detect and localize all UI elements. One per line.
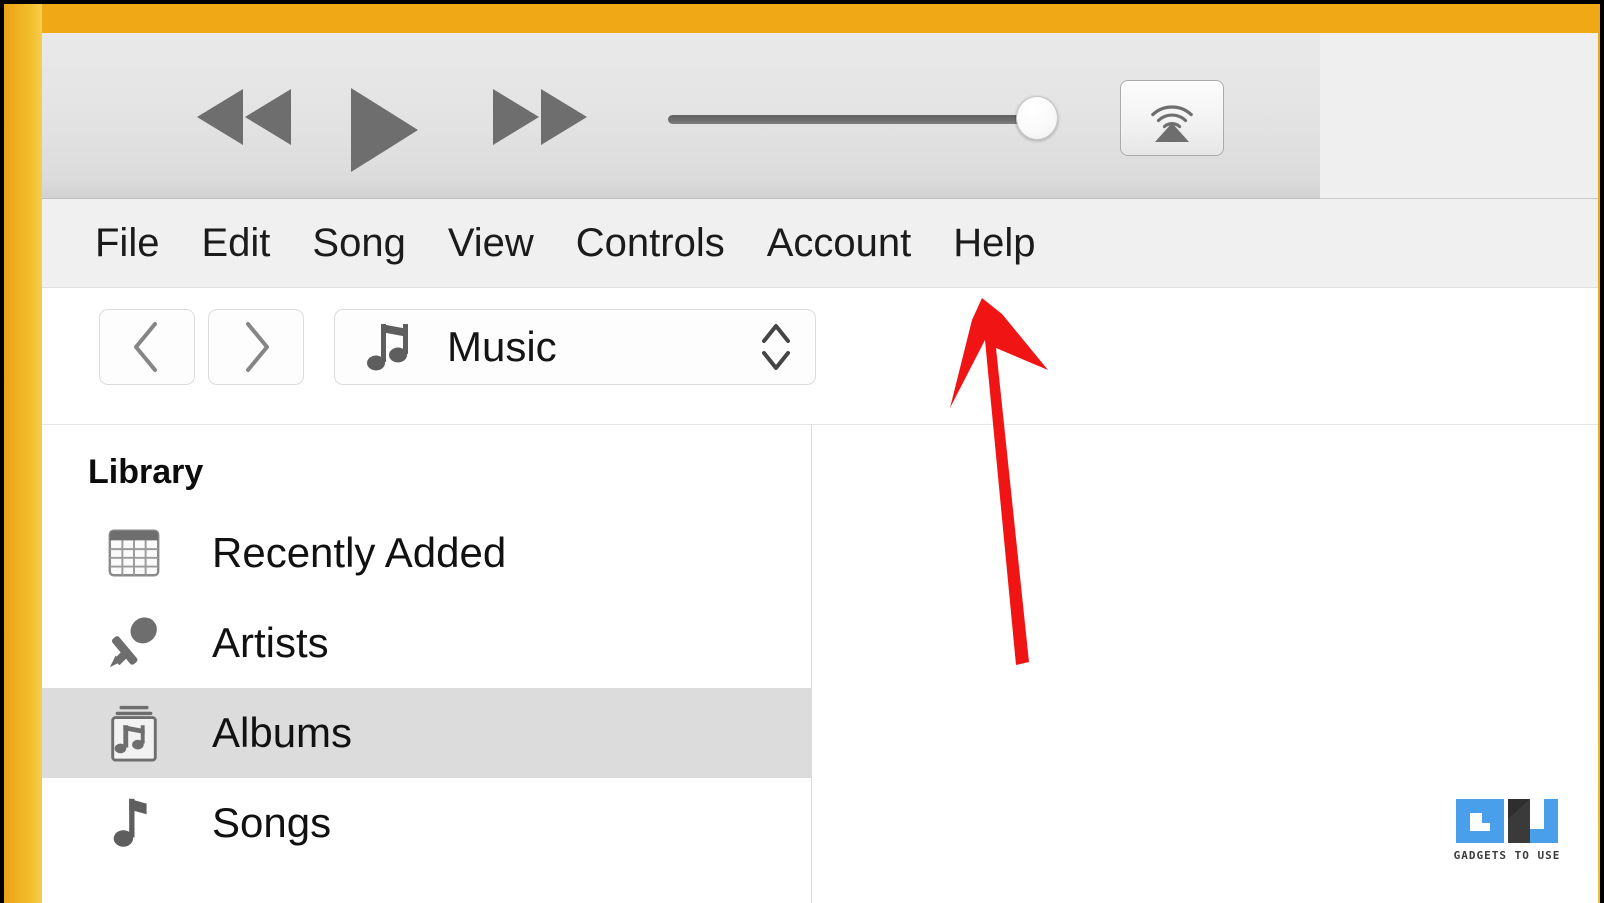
calendar-grid-icon: [104, 522, 164, 584]
menu-bar: File Edit Song View Controls Account Hel…: [42, 200, 1598, 288]
volume-slider-track[interactable]: [668, 115, 1026, 124]
content-pane: [813, 425, 1598, 903]
volume-slider[interactable]: [668, 96, 1088, 140]
media-kind-label: Music: [447, 323, 557, 370]
sidebar-item-label: Albums: [212, 709, 353, 756]
library-sidebar: Library Recently Added Artists Albums So…: [42, 425, 812, 903]
menu-item-controls[interactable]: Controls: [555, 221, 746, 266]
play-icon: [351, 88, 418, 172]
album-stack-icon: [104, 702, 164, 764]
menu-item-help[interactable]: Help: [932, 221, 1056, 266]
chevron-left-icon: [134, 322, 157, 372]
rewind-button[interactable]: [194, 85, 294, 149]
forward-button[interactable]: [208, 309, 304, 385]
menu-item-song[interactable]: Song: [291, 221, 426, 266]
airplay-button[interactable]: [1120, 80, 1224, 156]
sidebar-item-songs[interactable]: Songs: [42, 778, 812, 868]
media-kind-selector[interactable]: Music: [334, 309, 816, 385]
player-toolbar-right-area: [1320, 33, 1598, 199]
airplay-icon: [1151, 105, 1193, 142]
screenshot-root: File Edit Song View Controls Account Hel…: [0, 0, 1604, 903]
menu-item-edit[interactable]: Edit: [180, 221, 291, 266]
music-note-icon: [365, 320, 413, 374]
play-button[interactable]: [347, 85, 421, 175]
menu-item-view[interactable]: View: [427, 221, 555, 266]
chevron-up-down-icon: [759, 318, 793, 376]
back-button[interactable]: [99, 309, 195, 385]
sidebar-item-label: Artists: [212, 619, 329, 666]
sidebar-item-albums[interactable]: Albums: [42, 688, 812, 778]
sidebar-item-recently-added[interactable]: Recently Added: [42, 508, 812, 598]
menu-item-file[interactable]: File: [74, 221, 180, 266]
rewind-icon: [197, 89, 291, 145]
microphone-icon: [104, 612, 164, 674]
sidebar-item-label: Songs: [212, 799, 332, 846]
fast-forward-button[interactable]: [490, 85, 590, 149]
sidebar-section-title: Library: [88, 453, 204, 491]
navigation-bar: Music: [42, 288, 1598, 425]
volume-slider-knob[interactable]: [1016, 96, 1058, 140]
itunes-window: File Edit Song View Controls Account Hel…: [42, 33, 1598, 903]
chevron-right-icon: [246, 322, 269, 372]
player-toolbar: [42, 33, 1598, 200]
fast-forward-icon: [493, 89, 587, 145]
sidebar-item-label: Recently Added: [212, 529, 507, 576]
music-note-icon: [104, 792, 164, 854]
sidebar-item-artists[interactable]: Artists: [42, 598, 812, 688]
orange-frame-left-edge: [4, 4, 42, 903]
menu-item-account[interactable]: Account: [746, 221, 933, 266]
sidebar-list: Recently Added Artists Albums Songs: [42, 508, 812, 868]
